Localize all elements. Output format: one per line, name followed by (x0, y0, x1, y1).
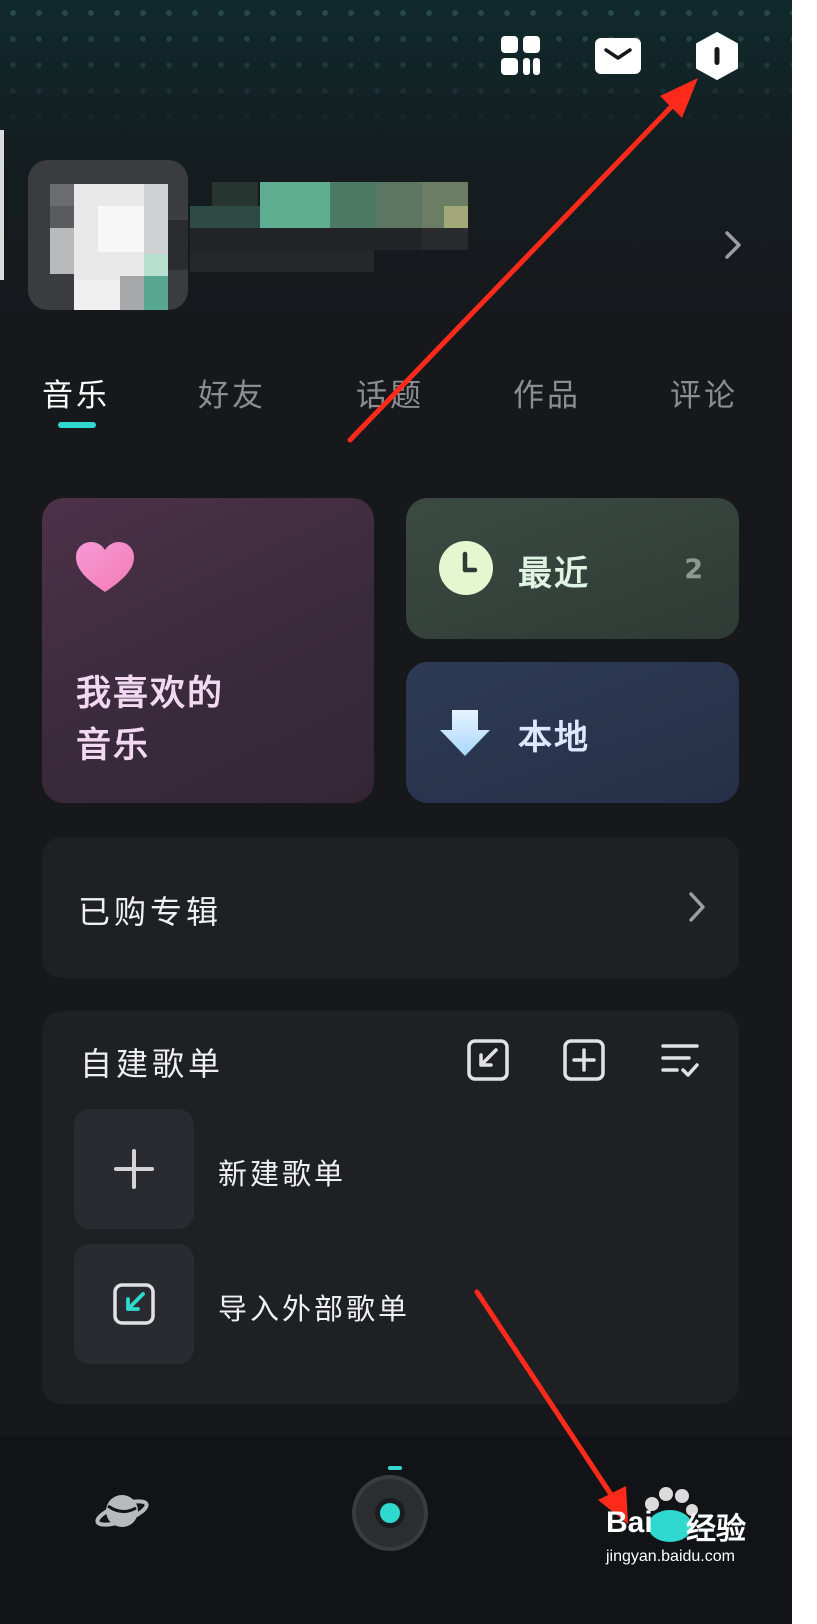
watermark-brand-cn: 经验 (686, 1512, 746, 1547)
app-screen: 音乐 好友 话题 作品 评论 我喜欢的 音乐 最近 2 (0, 0, 792, 1624)
annotation-arrows (347, 78, 698, 1524)
annotation-arrow-top (347, 78, 698, 443)
watermark-brand: Bai (606, 1506, 653, 1539)
watermark: Bai 经验 jingyan.baidu.com (600, 1480, 760, 1580)
outer-frame-edge (792, 0, 817, 1624)
watermark-url: jingyan.baidu.com (606, 1548, 735, 1565)
